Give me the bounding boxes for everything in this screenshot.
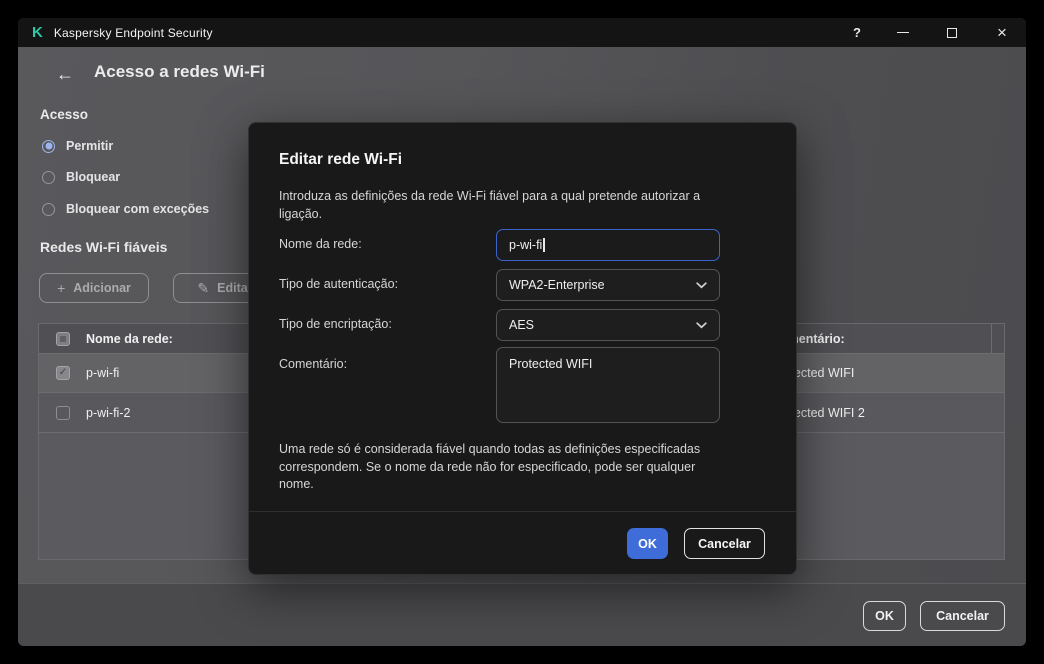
- minimize-button[interactable]: [891, 18, 915, 47]
- radio-permitir[interactable]: Permitir: [42, 136, 113, 156]
- auth-type-label: Tipo de autenticação:: [279, 277, 399, 291]
- plus-icon: +: [57, 280, 66, 296]
- radio-bloquear[interactable]: Bloquear: [42, 167, 120, 187]
- encryption-type-select[interactable]: AES: [496, 309, 720, 341]
- access-heading: Acesso: [40, 107, 89, 122]
- auth-type-select[interactable]: WPA2-Enterprise: [496, 269, 720, 301]
- dialog-ok-button[interactable]: OK: [627, 528, 668, 559]
- screen: K Kaspersky Endpoint Security ? × ← Aces…: [0, 0, 1044, 664]
- chevron-down-icon: [696, 321, 707, 328]
- auth-type-value: WPA2-Enterprise: [509, 278, 605, 292]
- kaspersky-window: K Kaspersky Endpoint Security ? × ← Aces…: [18, 18, 1026, 646]
- dialog-footer: OK Cancelar: [249, 511, 796, 574]
- radio-label: Bloquear: [66, 170, 121, 184]
- add-network-button[interactable]: + Adicionar: [39, 273, 149, 303]
- add-network-label: Adicionar: [73, 281, 131, 295]
- network-name-input[interactable]: p-wi-fi: [496, 229, 720, 261]
- cancel-button[interactable]: Cancelar: [920, 601, 1005, 631]
- ok-button[interactable]: OK: [863, 601, 906, 631]
- pencil-icon: ✎: [197, 279, 210, 296]
- encryption-type-label: Tipo de encriptação:: [279, 317, 392, 331]
- titlebar: K Kaspersky Endpoint Security ? ×: [18, 18, 1026, 47]
- radio-label: Bloquear com exceções: [66, 202, 210, 216]
- note-line: nome.: [279, 477, 314, 491]
- network-name-cell: p-wi-fi-2: [86, 405, 131, 420]
- radio-icon: [42, 202, 55, 216]
- comment-label: Comentário:: [279, 357, 348, 371]
- back-button[interactable]: ←: [52, 62, 78, 86]
- radio-selected-icon: [42, 139, 55, 153]
- text-caret: [543, 238, 545, 252]
- network-name-cell: p-wi-fi: [86, 366, 120, 380]
- network-name-value: p-wi-fi: [509, 238, 543, 252]
- dialog-note: Uma rede só é considerada fiável quando …: [279, 441, 700, 494]
- header-separator: [991, 324, 992, 354]
- note-line: correspondem. Se o nome da rede não for …: [279, 459, 696, 474]
- app-title: Kaspersky Endpoint Security: [53, 25, 213, 40]
- trusted-networks-heading: Redes Wi-Fi fiáveis: [40, 239, 168, 255]
- chevron-down-icon: [696, 281, 707, 288]
- encryption-type-value: AES: [509, 318, 535, 332]
- radio-icon: [42, 170, 55, 184]
- description-line: ligação.: [279, 206, 323, 221]
- help-button[interactable]: ?: [845, 18, 869, 47]
- note-line: Uma rede só é considerada fiável quando …: [279, 442, 701, 456]
- close-button[interactable]: ×: [990, 18, 1014, 47]
- description-line: Introduza as definições da rede Wi-Fi fi…: [279, 189, 701, 203]
- maximize-icon: [947, 27, 957, 38]
- edit-wifi-dialog: Editar rede Wi-Fi Introduza as definiçõe…: [248, 122, 797, 575]
- dialog-title: Editar rede Wi-Fi: [279, 151, 403, 168]
- page-title: Acesso a redes Wi-Fi: [94, 62, 265, 81]
- row-checkbox-checked[interactable]: ✓: [56, 366, 70, 380]
- maximize-button[interactable]: [940, 18, 964, 47]
- radio-bloquear-com-excecoes[interactable]: Bloquear com exceções: [42, 199, 209, 219]
- select-all-checkbox[interactable]: [56, 331, 70, 346]
- radio-label: Permitir: [66, 139, 114, 153]
- row-checkbox[interactable]: [56, 405, 70, 420]
- window-footer: OK Cancelar: [18, 583, 1026, 646]
- column-header-name: Nome da rede:: [86, 331, 173, 346]
- network-name-label: Nome da rede:: [279, 237, 362, 251]
- dialog-description: Introduza as definições da rede Wi-Fi fi…: [279, 188, 700, 223]
- kaspersky-logo-icon: K: [32, 24, 43, 41]
- comment-textarea[interactable]: Protected WIFI: [496, 347, 720, 423]
- dialog-cancel-button[interactable]: Cancelar: [684, 528, 765, 559]
- minimize-icon: [897, 31, 909, 34]
